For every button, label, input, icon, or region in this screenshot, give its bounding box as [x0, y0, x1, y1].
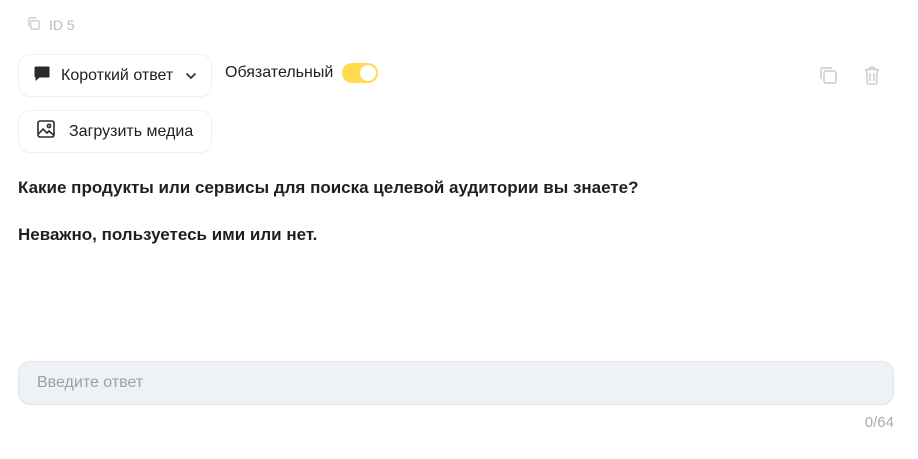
- answer-input[interactable]: [18, 361, 894, 405]
- comment-icon: [33, 65, 51, 87]
- character-counter: 0/64: [864, 414, 894, 431]
- question-editor: ID 5 Короткий ответ Обязательный Загрузи…: [0, 0, 918, 459]
- toggle-knob: [360, 65, 377, 81]
- required-setting: Обязательный: [225, 63, 379, 83]
- answer-type-select[interactable]: Короткий ответ: [18, 54, 213, 97]
- image-icon: [36, 119, 56, 144]
- copy-icon: [26, 16, 41, 34]
- trash-icon: [861, 66, 883, 90]
- copy-question-button[interactable]: [817, 64, 839, 86]
- required-toggle[interactable]: [342, 63, 379, 83]
- answer-type-label: Короткий ответ: [61, 66, 174, 84]
- copy-icon: [817, 67, 839, 90]
- chevron-down-icon: [185, 67, 197, 85]
- required-label: Обязательный: [225, 64, 334, 81]
- question-text[interactable]: Какие продукты или сервисы для поиска це…: [18, 176, 878, 247]
- upload-media-button[interactable]: Загрузить медиа: [18, 110, 213, 153]
- question-id[interactable]: ID 5: [26, 16, 75, 34]
- upload-media-label: Загрузить медиа: [69, 122, 194, 140]
- question-line-1: Какие продукты или сервисы для поиска це…: [18, 178, 639, 197]
- question-id-label: ID 5: [49, 17, 75, 33]
- delete-question-button[interactable]: [861, 64, 883, 86]
- question-line-2: Неважно, пользуетесь ими или нет.: [18, 225, 318, 244]
